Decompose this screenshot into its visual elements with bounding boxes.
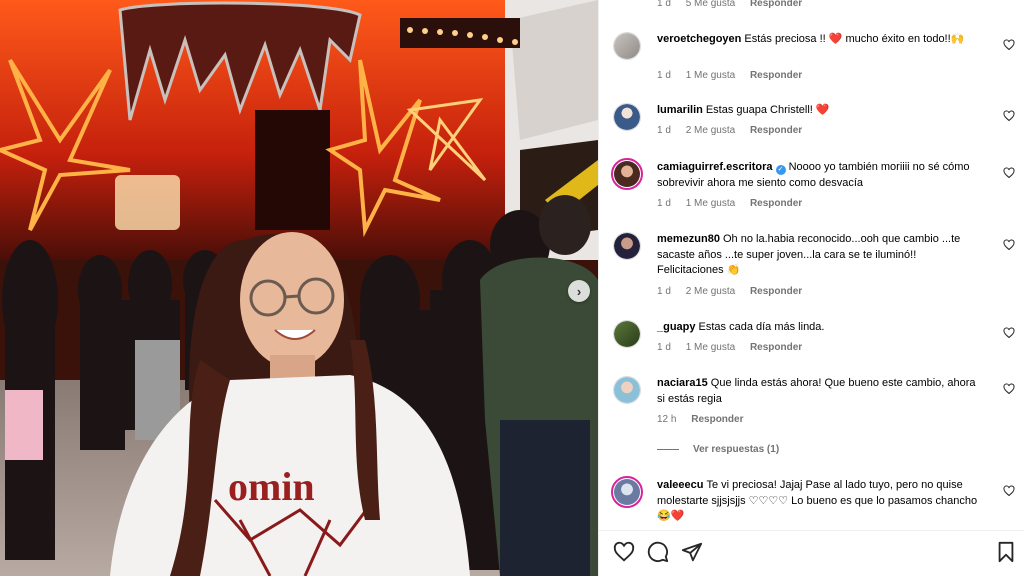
heart-icon[interactable] [1003,485,1015,497]
comment-username[interactable]: lumarilin [657,104,703,116]
comment-username[interactable]: camiaguirref.escritora [657,161,773,173]
reply-button[interactable]: Responder [691,414,743,425]
comment-icon[interactable] [647,541,669,563]
heart-icon[interactable] [1003,167,1015,179]
chevron-right-icon: › [576,283,582,299]
comment-meta: 1 d 1 Me gusta Responder [657,198,814,209]
comment-username[interactable]: naciara15 [657,377,708,389]
comment-time: 1 d [657,125,671,136]
comment-body: Estas cada día más linda. [698,321,825,333]
comment-meta: 1 d 1 Me gusta Responder [657,70,814,81]
reply-button[interactable]: Responder [750,198,802,209]
comment-time: 1 d [657,0,671,9]
avatar[interactable] [613,32,641,60]
shirt-text: omin [228,464,315,509]
share-icon[interactable] [681,541,703,563]
comment-text: lumarilin Estas guapa Christell! ❤️ [657,103,979,119]
view-replies-button[interactable]: Ver respuestas (1) [657,444,779,455]
post-photo: omin › [0,0,598,576]
comment-likes[interactable]: 5 Me gusta [686,0,735,9]
avatar-story[interactable] [611,158,643,190]
comment-text: camiaguirref.escritora ✓ Noooo yo también … [657,160,979,191]
comment-body: Estás preciosa !! ❤️ mucho éxito en todo… [744,33,965,45]
comment-username[interactable]: _guapy [657,321,696,333]
reply-button[interactable]: Responder [750,342,802,353]
comment-likes[interactable]: 1 Me gusta [686,198,735,209]
divider-line [657,449,679,450]
comment-likes[interactable]: 2 Me gusta [686,286,735,297]
comment-meta-partial: 1 d 5 Me gusta Responder [657,0,814,9]
heart-icon[interactable] [1003,110,1015,122]
action-bar [599,530,1024,576]
comment-time: 1 d [657,286,671,297]
reply-button[interactable]: Responder [750,286,802,297]
comments-panel: 1 d 5 Me gusta Responder veroetchegoyen E… [598,0,1024,576]
avatar-story[interactable] [611,476,643,508]
comment-text: _guapy Estas cada día más linda. [657,320,979,336]
verified-icon: ✓ [775,165,786,175]
next-image-button[interactable]: › [568,280,590,302]
heart-icon[interactable] [1003,383,1015,395]
comment-meta: 1 d 1 Me gusta Responder [657,342,814,353]
comment-username[interactable]: memezun80 [657,233,720,245]
comment-meta: 1 d 2 Me gusta Responder [657,286,814,297]
bookmark-icon[interactable] [995,541,1017,563]
view-replies-label: Ver respuestas (1) [693,444,780,455]
comment-body: Te vi preciosa! Jajaj Pase al lado tuyo,… [657,479,978,522]
comment-time: 1 d [657,198,671,209]
comment-meta: 1 d 2 Me gusta Responder [657,125,814,136]
comment-likes[interactable]: 2 Me gusta [686,125,735,136]
comment-likes[interactable]: 1 Me gusta [686,342,735,353]
heart-icon[interactable] [1003,39,1015,51]
avatar[interactable] [613,320,641,348]
heart-icon[interactable] [613,541,635,563]
avatar[interactable] [613,232,641,260]
avatar[interactable] [613,376,641,404]
comments-list[interactable]: 1 d 5 Me gusta Responder veroetchegoyen E… [599,0,1024,530]
comment-time: 12 h [657,414,677,425]
comment-text: naciara15 Que linda estás ahora! Que buen… [657,376,979,407]
comment-time: 1 d [657,342,671,353]
reply-button[interactable]: Responder [750,0,802,9]
comment-username[interactable]: valeeecu [657,479,703,491]
comment-text: veroetchegoyen Estás preciosa !! ❤️ mucho… [657,32,979,48]
concert-photo: omin [0,0,598,576]
comment-body: Estas guapa Christell! ❤️ [705,104,830,116]
heart-icon[interactable] [1003,239,1015,251]
comment-text: memezun80 Oh no la.habia reconocido...ooh… [657,232,979,279]
heart-icon[interactable] [1003,327,1015,339]
reply-button[interactable]: Responder [750,70,802,81]
comment-likes[interactable]: 1 Me gusta [686,70,735,81]
comment-time: 1 d [657,70,671,81]
reply-button[interactable]: Responder [750,125,802,136]
comment-text: valeeecu Te vi preciosa! Jajaj Pase al la… [657,478,979,525]
comment-meta: 12 h Responder [657,414,755,425]
comment-username[interactable]: veroetchegoyen [657,33,741,45]
avatar[interactable] [613,103,641,131]
